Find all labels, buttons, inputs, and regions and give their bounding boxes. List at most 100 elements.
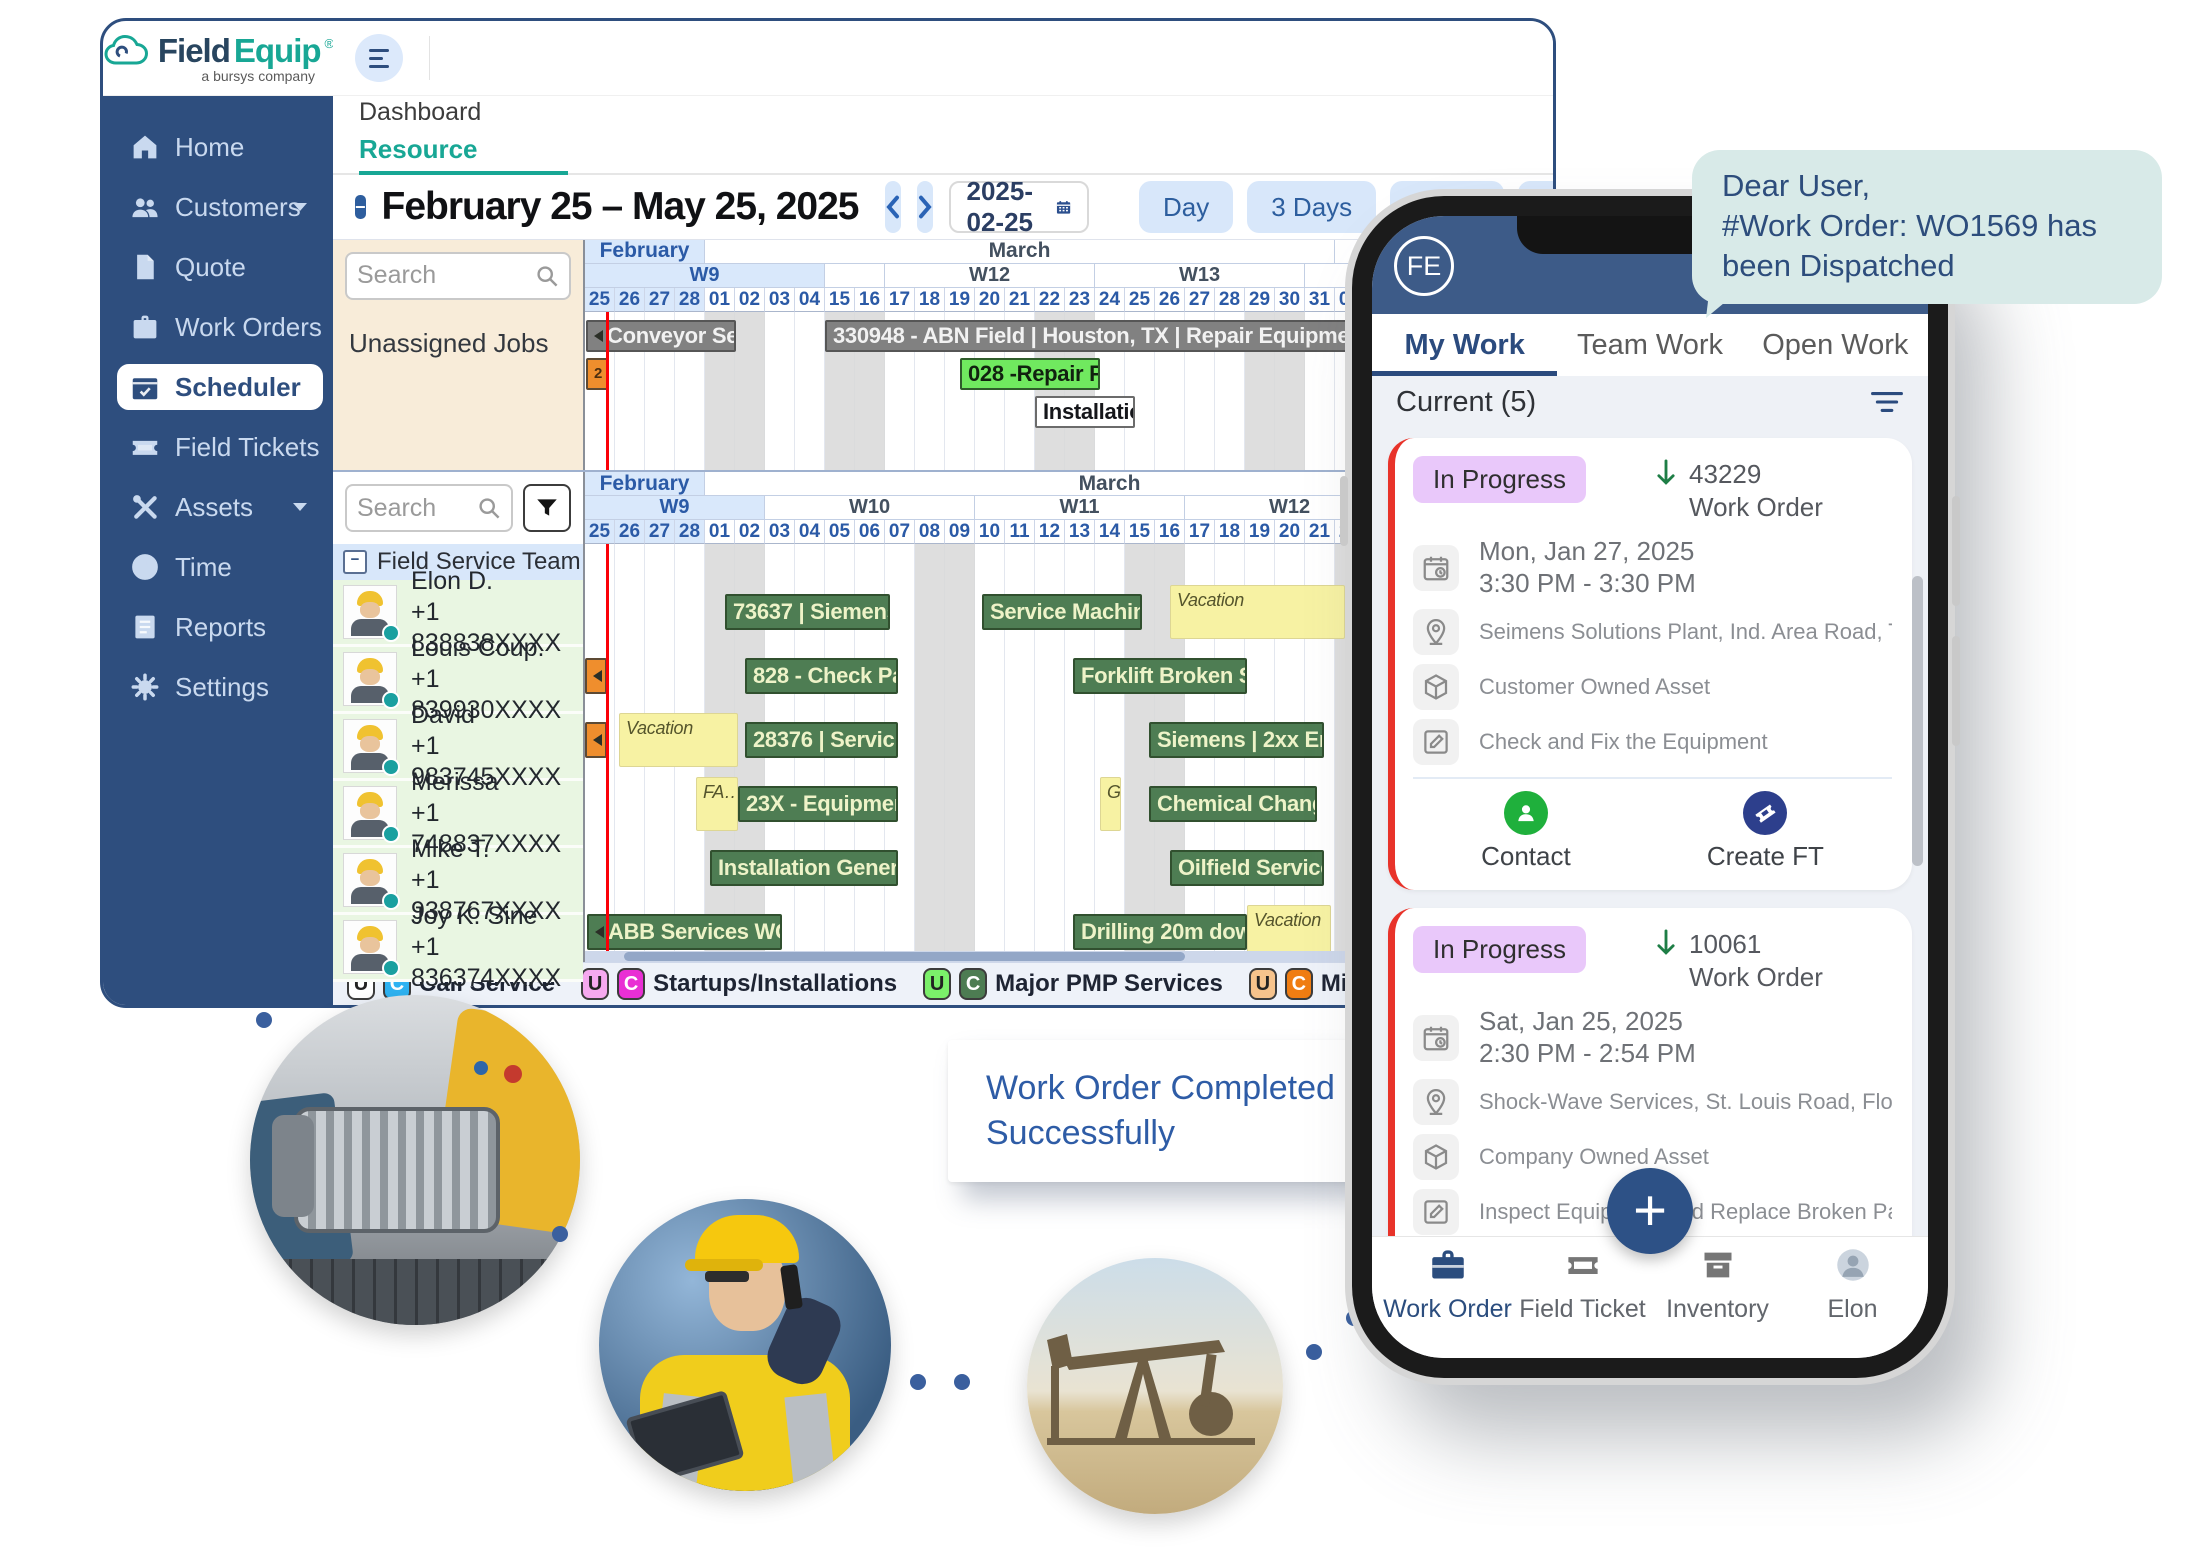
face xyxy=(360,736,380,752)
weekend-shade xyxy=(915,544,975,962)
sidebar-item-label: Work Orders xyxy=(175,312,322,343)
filter-icon[interactable] xyxy=(1870,390,1904,414)
settings-icon xyxy=(131,673,159,701)
day-cell: 17 xyxy=(885,288,915,312)
gantt-bar-g[interactable]: G xyxy=(1100,777,1121,831)
sidebar-item-field-tickets[interactable]: Field Tickets xyxy=(117,424,323,470)
gantt-bar-330948-abn-field-houston-tx-repair-equipment[interactable]: 330948 - ABN Field | Houston, TX | Repai… xyxy=(825,320,1385,352)
notification-line-2: #Work Order: WO1569 has xyxy=(1722,206,2134,246)
nav-item-inventory[interactable]: Inventory xyxy=(1650,1247,1785,1358)
fieldequip-app-window: FieldEquip® a bursys company Home Custome… xyxy=(100,18,1556,1008)
nav-item-field-ticket[interactable]: Field Ticket xyxy=(1515,1247,1650,1358)
work-order-card-43229[interactable]: In Progress43229Work OrderMon, Jan 27, 2… xyxy=(1388,438,1912,890)
day-cell: 08 xyxy=(915,520,945,544)
gantt-bar-forklift-broken-ser[interactable]: Forklift Broken Ser xyxy=(1073,658,1247,694)
gantt-bar-label: Chemical Change xyxy=(1157,791,1317,817)
prev-period-button[interactable] xyxy=(885,181,901,233)
gantt-bar-small[interactable] xyxy=(585,658,607,694)
collapse-group-icon[interactable]: − xyxy=(343,550,367,574)
collapse-all-icon[interactable]: − xyxy=(355,195,366,219)
gantt-bar-label: Forklift Broken Ser xyxy=(1081,663,1247,689)
gantt-bar-label: ABB Services WO xyxy=(608,919,782,945)
work-order-number: 10061Work Order xyxy=(1689,928,1823,994)
tab-resource[interactable]: Resource xyxy=(359,134,568,175)
view-button-day[interactable]: Day xyxy=(1139,181,1233,233)
filter-funnel-button[interactable] xyxy=(523,484,571,532)
gantt-bar-vacation[interactable]: Vacation xyxy=(1170,585,1345,639)
assets-icon xyxy=(131,493,159,521)
day-cell: 28 xyxy=(1215,288,1245,312)
tab-bar: Resource xyxy=(333,130,1553,176)
gantt-bar-drilling-20m-dow[interactable]: Drilling 20m dow xyxy=(1073,914,1247,950)
nav-item-elon[interactable]: Elon xyxy=(1785,1247,1920,1358)
unassigned-search-input[interactable]: Search xyxy=(345,252,571,300)
gantt-bar-label: FA… xyxy=(703,782,738,803)
nav-label: Work Order xyxy=(1383,1295,1512,1324)
gantt-bar-installation[interactable]: Installation xyxy=(1035,396,1135,428)
day-cell: 13 xyxy=(1065,520,1095,544)
team-search-input[interactable]: Search xyxy=(345,484,513,532)
gantt-bar-2[interactable]: 2 xyxy=(586,358,608,390)
app-top-bar: FieldEquip® a bursys company xyxy=(103,21,1553,96)
quote-icon xyxy=(131,253,159,281)
gantt-bar-installation-gener[interactable]: Installation Gener xyxy=(710,850,898,886)
completed-line-1: Work Order Completed xyxy=(986,1066,1386,1111)
gantt-bar-service-machine[interactable]: Service Machine - xyxy=(982,594,1142,630)
gantt-bar-chemical-change[interactable]: Chemical Change xyxy=(1149,786,1317,822)
sidebar-item-customers[interactable]: Customers xyxy=(117,184,323,230)
sidebar-item-time[interactable]: Time xyxy=(117,544,323,590)
technician-row-joy-k-sine[interactable]: Joy K. Sine+1 836374XXXX xyxy=(333,915,583,982)
gantt-bar-abb-services-wo[interactable]: ABB Services WO xyxy=(587,914,782,950)
gantt-bar-vacation[interactable]: Vacation xyxy=(619,713,738,767)
gantt-bar-fa[interactable]: FA… xyxy=(696,777,738,831)
sidebar-item-label: Quote xyxy=(175,252,246,283)
gantt-bar-label: Vacation xyxy=(626,718,693,739)
sidebar-item-settings[interactable]: Settings xyxy=(117,664,323,710)
scroll-thumb[interactable] xyxy=(624,952,1185,961)
detail-text: Company Owned Asset xyxy=(1479,1142,1709,1172)
gantt-bar-73637-siemens[interactable]: 73637 | Siemens xyxy=(725,594,890,630)
gantt-bar-828-check-par[interactable]: 828 - Check Par xyxy=(745,658,898,694)
bar-left-marker xyxy=(593,734,602,746)
nav-label: Elon xyxy=(1827,1295,1877,1324)
next-period-button[interactable] xyxy=(917,181,933,233)
add-work-order-fab[interactable]: + xyxy=(1607,1168,1693,1254)
week-label: W10 xyxy=(765,496,975,520)
calendar-icon xyxy=(1056,194,1071,220)
technician-name: Elon D. xyxy=(411,566,583,597)
sidebar-item-home[interactable]: Home xyxy=(117,124,323,170)
action-create-ft-button[interactable]: Create FT xyxy=(1707,791,1824,872)
hamburger-menu-icon[interactable] xyxy=(355,34,403,82)
card-divider xyxy=(1413,777,1892,779)
view-button-3-days[interactable]: 3 Days xyxy=(1247,181,1376,233)
day-cell: 28 xyxy=(675,520,705,544)
gantt-bar-label: 28376 | Servic xyxy=(753,727,894,753)
sidebar-item-scheduler[interactable]: Scheduler xyxy=(117,364,323,410)
phone-scrollbar[interactable] xyxy=(1912,576,1923,866)
card-header: In Progress43229Work Order xyxy=(1413,456,1892,524)
legend-label: Major PMP Services xyxy=(995,970,1223,998)
sidebar-item-assets[interactable]: Assets xyxy=(117,484,323,530)
gantt-bar-oilfield-service[interactable]: Oilfield Service xyxy=(1170,850,1324,886)
day-cell: 26 xyxy=(615,520,645,544)
sidebar-item-reports[interactable]: Reports xyxy=(117,604,323,650)
gantt-bar-small[interactable] xyxy=(585,722,607,758)
action-contact-button[interactable]: Contact xyxy=(1481,791,1571,872)
date-picker-input[interactable]: 2025-02-25 xyxy=(949,181,1090,233)
mobile-phone-mockup: FE My WorkTeam WorkOpen Work Current (5)… xyxy=(1352,196,1948,1378)
phone-tab-team-work[interactable]: Team Work xyxy=(1557,314,1742,376)
home-icon xyxy=(131,133,159,161)
gantt-bar-siemens-2xx-erro[interactable]: Siemens | 2xx Erro xyxy=(1149,722,1324,758)
gantt-bar-28376-servic[interactable]: 28376 | Servic xyxy=(745,722,898,758)
phone-tab-my-work[interactable]: My Work xyxy=(1372,314,1557,376)
technician-name: David xyxy=(411,700,583,731)
phone-tab-open-work[interactable]: Open Work xyxy=(1743,314,1928,376)
gantt-bar-028-repair-pump[interactable]: 028 -Repair Pump xyxy=(960,358,1100,390)
app-logo: FieldEquip® a bursys company xyxy=(103,32,333,84)
nav-label: Inventory xyxy=(1666,1295,1769,1324)
nav-item-work-order[interactable]: Work Order xyxy=(1380,1247,1515,1358)
day-cell: 03 xyxy=(765,520,795,544)
gantt-bar-23x-equipmen[interactable]: 23X - Equipmen xyxy=(738,786,898,822)
sidebar-item-work-orders[interactable]: Work Orders xyxy=(117,304,323,350)
sidebar-item-quote[interactable]: Quote xyxy=(117,244,323,290)
